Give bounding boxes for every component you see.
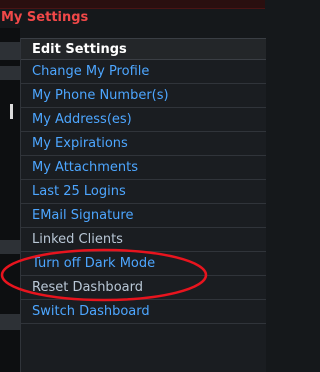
red-ellipse-highlight [0, 248, 208, 302]
annotation-ellipse [0, 248, 208, 302]
